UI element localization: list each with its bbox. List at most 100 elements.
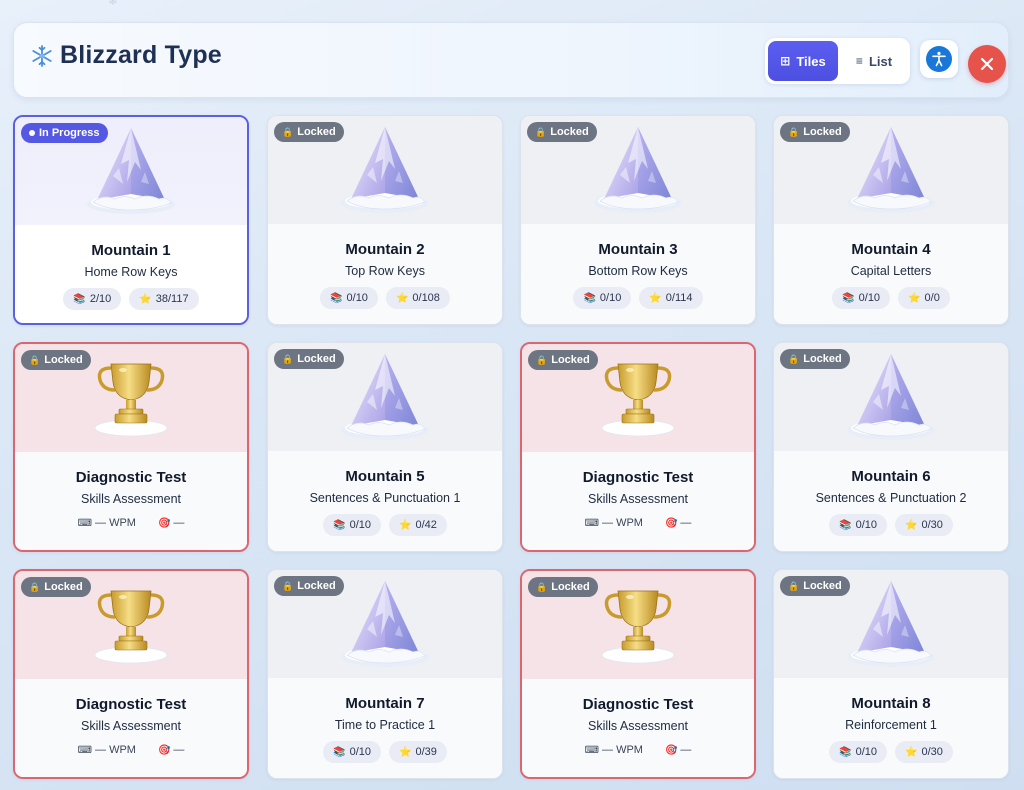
stars-value: 0/39 <box>415 746 437 758</box>
card-subtitle: Sentences & Punctuation 2 <box>815 491 967 505</box>
close-button[interactable] <box>968 45 1006 83</box>
mountain-card[interactable]: 🔒 Locked Mountain 8 Reinforcement 1 📚 0/10… <box>773 569 1009 779</box>
card-subtitle: Skills Assessment <box>587 719 689 733</box>
books-icon: 📚 <box>839 746 852 758</box>
status-badge: 🔒 Locked <box>21 577 91 597</box>
status-badge-label: Locked <box>803 580 842 592</box>
brand: Blizzard Type <box>30 41 222 70</box>
mountain-card[interactable]: 🔒 Locked Mountain 6 Sentences & Punctuati… <box>773 342 1009 552</box>
accuracy-stat: 🎯 — <box>158 744 184 756</box>
books-icon: 📚 <box>73 293 86 305</box>
lock-icon: 🔒 <box>282 353 294 364</box>
list-icon: ≡ <box>855 54 863 68</box>
snowflake-icon: ❄ <box>108 0 119 8</box>
status-badge: 🔒 Locked <box>780 576 850 596</box>
card-title: Diagnostic Test <box>582 696 694 713</box>
grid-icon: ⊞ <box>780 54 791 68</box>
diagnostic-test-card[interactable]: 🔒 Locked Diagnostic Test Skills Assessmen… <box>13 569 249 779</box>
status-badge: 🔒 Locked <box>21 350 91 370</box>
star-icon: ⭐ <box>905 746 918 758</box>
lock-icon: 🔒 <box>788 126 800 137</box>
list-view-button[interactable]: ≡ List <box>842 41 906 81</box>
test-stats: ⌨ — WPM 🎯 — <box>15 744 247 756</box>
wpm-stat: ⌨ — WPM <box>585 744 643 756</box>
status-badge: In Progress <box>21 123 108 143</box>
mountain-icon <box>341 127 429 213</box>
card-subtitle: Capital Letters <box>850 264 932 278</box>
card-title: Mountain 7 <box>345 695 425 712</box>
stars-value: 0/114 <box>665 292 693 304</box>
status-badge: 🔒 Locked <box>780 349 850 369</box>
snowflake-icon <box>32 44 52 67</box>
wpm-stat: ⌨ — WPM <box>78 517 136 529</box>
target-icon: 🎯 <box>157 745 171 756</box>
star-icon: ⭐ <box>908 292 921 304</box>
keyboard-icon: ⌨ <box>77 518 93 529</box>
card-title: Diagnostic Test <box>582 469 694 486</box>
list-view-label: List <box>868 53 893 69</box>
diagnostic-test-card[interactable]: 🔒 Locked Diagnostic Test Skills Assessmen… <box>520 342 756 552</box>
card-subtitle: Skills Assessment <box>80 492 182 506</box>
lock-icon: 🔒 <box>788 353 800 364</box>
status-badge-label: Locked <box>297 580 336 592</box>
status-badge-label: Locked <box>44 581 83 593</box>
accuracy-stat: 🎯 — <box>665 744 691 756</box>
mountain-card[interactable]: In Progress Mountain 1 Home Row Keys 📚 2/… <box>13 115 249 325</box>
trophy-icon <box>94 590 168 664</box>
lessons-value: 0/10 <box>349 519 371 531</box>
card-stats: 📚 0/10 ⭐ 0/42 <box>268 514 502 536</box>
status-badge: 🔒 Locked <box>527 122 597 142</box>
target-icon: 🎯 <box>664 745 678 756</box>
card-stats: 📚 0/10 ⭐ 0/30 <box>774 741 1008 763</box>
card-title: Diagnostic Test <box>75 696 187 713</box>
card-stats: 📚 0/10 ⭐ 0/114 <box>521 287 755 309</box>
lessons-chip: 📚 0/10 <box>323 514 381 536</box>
wpm-value: — WPM <box>95 517 136 529</box>
close-icon <box>980 57 994 71</box>
star-icon: ⭐ <box>399 746 412 758</box>
lessons-value: 0/10 <box>855 746 877 758</box>
lock-icon: 🔒 <box>282 126 294 137</box>
wpm-stat: ⌨ — WPM <box>585 517 643 529</box>
card-subtitle: Bottom Row Keys <box>588 264 688 278</box>
lessons-chip: 📚 2/10 <box>63 288 122 310</box>
mountain-card[interactable]: 🔒 Locked Mountain 2 Top Row Keys 📚 0/10 ⭐ 0… <box>267 115 503 325</box>
mountain-icon <box>594 127 682 213</box>
mountain-card[interactable]: 🔒 Locked Mountain 5 Sentences & Punctuati… <box>267 342 503 552</box>
card-stats: 📚 0/10 ⭐ 0/39 <box>268 741 502 763</box>
status-badge: 🔒 Locked <box>274 576 344 596</box>
card-stats: 📚 0/10 ⭐ 0/30 <box>774 514 1008 536</box>
diagnostic-test-card[interactable]: 🔒 Locked Diagnostic Test Skills Assessmen… <box>520 569 756 779</box>
books-icon: 📚 <box>330 292 343 304</box>
lessons-chip: 📚 0/10 <box>829 741 887 763</box>
diagnostic-test-card[interactable]: 🔒 Locked Diagnostic Test Skills Assessmen… <box>13 342 249 552</box>
accessibility-button[interactable] <box>920 40 958 78</box>
accuracy-value: — <box>680 744 692 756</box>
lock-icon: 🔒 <box>536 581 548 592</box>
tiles-view-label: Tiles <box>796 53 826 69</box>
accuracy-value: — <box>680 517 692 529</box>
accuracy-stat: 🎯 — <box>665 517 691 529</box>
status-badge-label: Locked <box>551 354 590 366</box>
card-subtitle: Time to Practice 1 <box>334 718 436 732</box>
mountain-card[interactable]: 🔒 Locked Mountain 7 Time to Practice 1 📚 0… <box>267 569 503 779</box>
status-badge: 🔒 Locked <box>274 349 344 369</box>
stars-value: 0/108 <box>412 292 440 304</box>
target-icon: 🎯 <box>664 518 678 529</box>
mountain-card[interactable]: 🔒 Locked Mountain 4 Capital Letters 📚 0/10… <box>773 115 1009 325</box>
status-badge-label: Locked <box>297 126 336 138</box>
lessons-value: 0/10 <box>855 519 877 531</box>
status-badge: 🔒 Locked <box>780 122 850 142</box>
lessons-value: 0/10 <box>349 746 371 758</box>
card-title: Mountain 6 <box>851 468 931 485</box>
mountain-card[interactable]: 🔒 Locked Mountain 3 Bottom Row Keys 📚 0/10… <box>520 115 756 325</box>
status-badge-label: Locked <box>44 354 83 366</box>
wpm-stat: ⌨ — WPM <box>78 744 136 756</box>
card-subtitle: Home Row Keys <box>84 265 178 279</box>
lock-icon: 🔒 <box>788 580 800 591</box>
status-badge-label: Locked <box>297 353 336 365</box>
card-subtitle: Sentences & Punctuation 1 <box>309 491 461 505</box>
tiles-view-button[interactable]: ⊞ Tiles <box>768 41 838 81</box>
wpm-value: — WPM <box>602 744 643 756</box>
card-stats: 📚 2/10 ⭐ 38/117 <box>15 288 247 310</box>
